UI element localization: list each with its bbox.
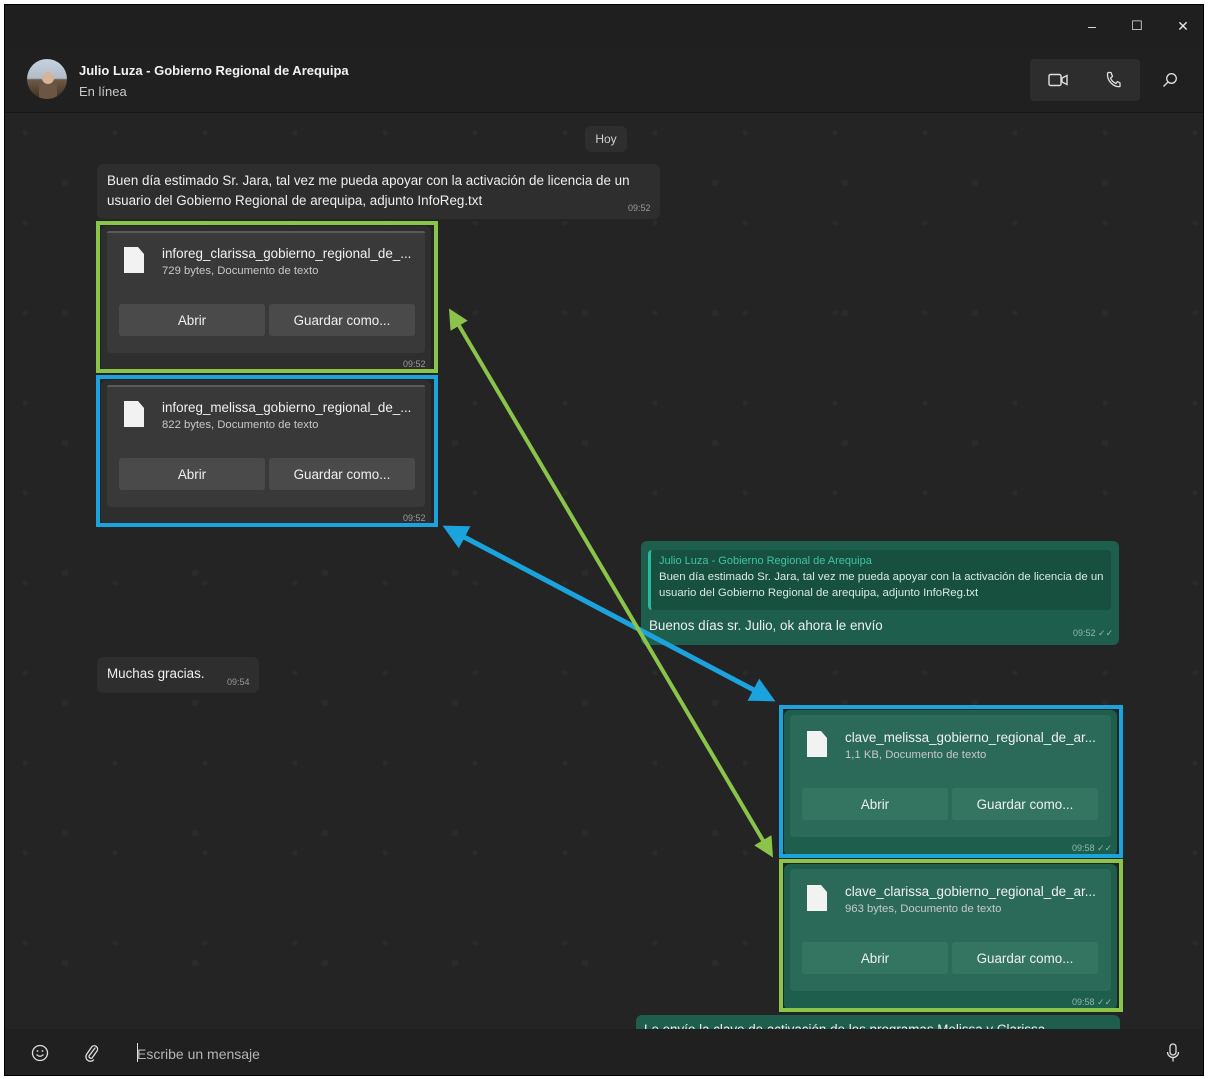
emoji-icon: [31, 1044, 49, 1062]
search-icon: [1163, 73, 1177, 87]
avatar-photo: [39, 72, 57, 99]
chat-area[interactable]: Hoy Buen día estimado Sr. Jara, tal vez …: [5, 113, 1203, 1029]
microphone-icon: [1166, 1043, 1180, 1062]
title-bar: – ☐ ✕: [5, 5, 1203, 47]
call-button-group: [1030, 59, 1140, 101]
message-input[interactable]: [137, 1043, 737, 1065]
avatar[interactable]: [27, 59, 67, 99]
search-button[interactable]: [1150, 59, 1190, 101]
composer-bar: [5, 1029, 1203, 1075]
contact-status: En línea: [79, 84, 127, 99]
annotation-arrows: [442, 308, 776, 858]
voice-message-button[interactable]: [1161, 1041, 1185, 1065]
attach-icon: [85, 1045, 99, 1062]
blue-arrow: [442, 525, 776, 702]
attach-button[interactable]: [80, 1041, 104, 1065]
whatsapp-window: – ☐ ✕ Julio Luza - Gobierno Regional de …: [4, 4, 1204, 1076]
voice-call-icon: [1106, 71, 1121, 88]
contact-name[interactable]: Julio Luza - Gobierno Regional de Arequi…: [79, 63, 349, 78]
minimize-button[interactable]: –: [1077, 13, 1107, 39]
emoji-button[interactable]: [28, 1041, 52, 1065]
voice-call-button[interactable]: [1085, 59, 1140, 101]
chat-header: Julio Luza - Gobierno Regional de Arequi…: [5, 47, 1203, 113]
close-button[interactable]: ✕: [1168, 13, 1198, 39]
video-call-icon: [1047, 73, 1068, 87]
video-call-button[interactable]: [1030, 59, 1085, 101]
green-arrow: [448, 308, 774, 858]
maximize-button[interactable]: ☐: [1122, 13, 1152, 39]
text-caret: [137, 1043, 138, 1062]
